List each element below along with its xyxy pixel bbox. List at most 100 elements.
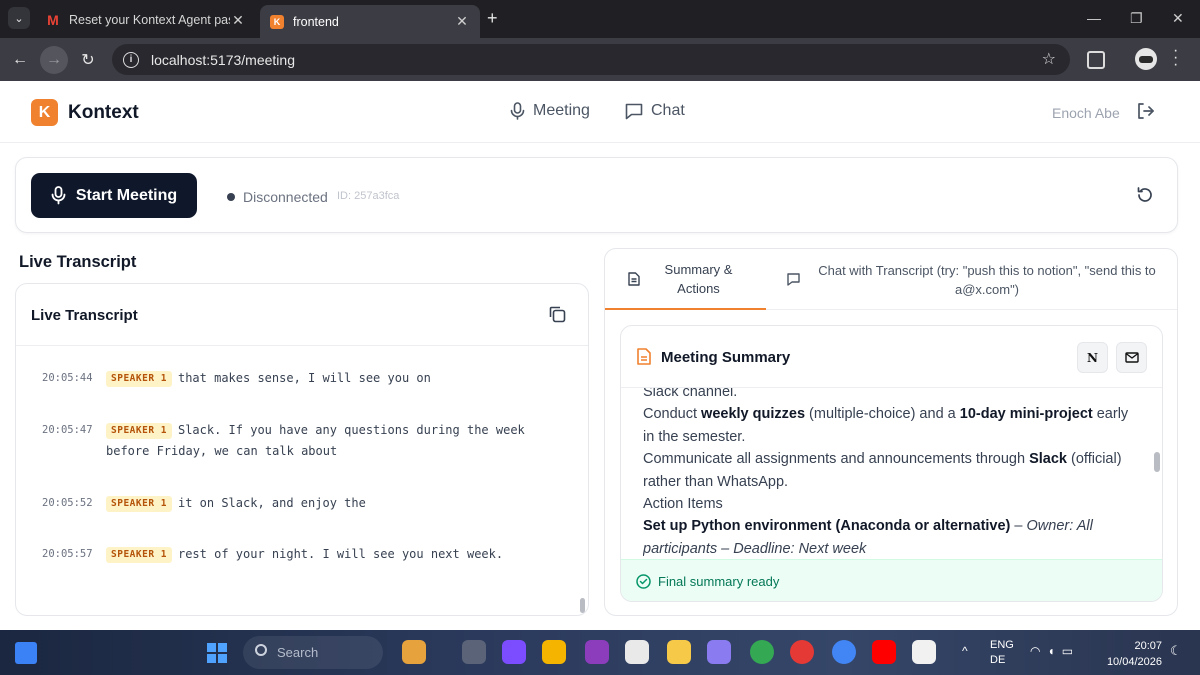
new-tab-plus-icon[interactable]: + <box>487 8 498 29</box>
reset-rotate-icon[interactable] <box>1136 186 1154 204</box>
segment-time: 20:05:47 <box>42 424 93 436</box>
tab-chat-label: Chat with Transcript (try: "push this to… <box>818 262 1156 297</box>
nav-chat-label: Chat <box>651 102 685 119</box>
brand-name[interactable]: Kontext <box>68 102 139 124</box>
taskbar-search-label: Search <box>277 645 319 660</box>
address-bar[interactable]: i localhost:5173/meeting ☆ <box>112 44 1070 75</box>
app-header: K Kontext Meeting Chat Enoch Abe <box>0 82 1200 143</box>
nav-meeting[interactable]: Meeting <box>510 102 590 120</box>
microphone-icon <box>51 186 66 205</box>
summary-content[interactable]: Slack channel. Conduct weekly quizzes (m… <box>643 388 1143 559</box>
transcript-segment: 20:05:52 SPEAKER 1 it on Slack, and enjoy… <box>42 493 562 514</box>
tab-summary-actions[interactable]: Summary & Actions <box>605 249 766 310</box>
transcript-segment: 20:05:47 SPEAKER 1 Slack. If you have any… <box>42 420 562 462</box>
notion-icon: N <box>1087 350 1098 365</box>
browser-toolbar: ← → ↻ i localhost:5173/meeting ☆ <box>0 38 1200 81</box>
section-title-live-transcript: Live Transcript <box>19 253 137 271</box>
transcript-scrollbar[interactable] <box>580 598 585 613</box>
taskbar-app-icon[interactable] <box>402 640 426 664</box>
push-to-notion-button[interactable]: N <box>1077 342 1108 373</box>
reload-icon[interactable]: ↻ <box>74 46 102 74</box>
youtube-icon[interactable] <box>872 640 896 664</box>
profile-avatar-icon[interactable] <box>1135 48 1157 70</box>
check-circle-icon <box>636 574 651 589</box>
transcript-card: Live Transcript 20:05:44 SPEAKER 1 that m… <box>15 283 589 616</box>
chat-bubble-icon <box>625 103 643 119</box>
restore-icon[interactable]: ❐ <box>1130 10 1143 27</box>
taskbar-app-icon[interactable] <box>462 640 486 664</box>
document-icon <box>627 271 640 286</box>
summary-document-icon <box>637 348 651 365</box>
summary-ready-status: Final summary ready <box>621 559 1162 601</box>
browser-tabstrip: ⌄ M Reset your Kontext Agent passw ✕ K f… <box>0 0 1200 38</box>
transcript-segment: 20:05:57 SPEAKER 1 rest of your night. I … <box>42 544 562 565</box>
gmail-icon: M <box>47 12 59 28</box>
more-menu-icon[interactable]: · · · <box>1173 43 1178 73</box>
segment-time: 20:05:57 <box>42 548 93 560</box>
segment-text: rest of your night. I will see you next … <box>177 547 504 561</box>
tab-summary-label: Summary & Actions <box>664 261 733 296</box>
tab-close-icon[interactable]: ✕ <box>230 12 246 29</box>
transcript-body[interactable]: 20:05:44 SPEAKER 1 that makes sense, I wi… <box>16 347 580 615</box>
action-item: Set up Python environment (Anaconda or a… <box>643 518 1093 557</box>
panel-tabs: Summary & Actions Chat with Transcript (… <box>605 249 1177 310</box>
site-info-icon[interactable]: i <box>123 51 139 68</box>
speaker-badge: SPEAKER 1 <box>106 496 172 512</box>
sticky-notes-icon[interactable] <box>667 640 691 664</box>
user-name: Enoch Abe <box>1052 105 1120 121</box>
segment-text: that makes sense, I will see you on <box>177 371 431 385</box>
chrome-icon[interactable] <box>832 640 856 664</box>
summary-title: Meeting Summary <box>661 349 791 366</box>
input-language[interactable]: ENG DE <box>990 638 1014 668</box>
action-items-heading: Action Items <box>643 496 723 513</box>
search-icon <box>255 644 267 656</box>
taskbar-app-icon[interactable] <box>502 640 526 664</box>
url-text: localhost:5173/meeting <box>151 51 295 68</box>
tab-close-icon[interactable]: ✕ <box>454 13 470 30</box>
summary-header: Meeting Summary N <box>621 326 1162 388</box>
extensions-puzzle-icon[interactable] <box>1087 51 1105 69</box>
windows-taskbar: Search <box>0 630 1200 675</box>
transcript-segment: 20:05:44 SPEAKER 1 that makes sense, I wi… <box>42 368 562 389</box>
tray-overflow-chevron-icon[interactable]: ^ <box>962 644 968 658</box>
browser-tab-gmail[interactable]: M Reset your Kontext Agent passw ✕ <box>36 5 256 35</box>
microphone-icon <box>510 102 525 120</box>
file-explorer-icon[interactable] <box>542 640 566 664</box>
start-meeting-button[interactable]: Start Meeting <box>31 173 197 218</box>
logout-icon[interactable] <box>1136 102 1154 120</box>
mail-icon <box>1124 352 1139 363</box>
summary-line: Conduct weekly quizzes (multiple-choice)… <box>643 406 1129 445</box>
taskbar-app-icon[interactable] <box>912 640 936 664</box>
chrome-icon[interactable] <box>790 640 814 664</box>
browser-tab-frontend[interactable]: K frontend ✕ <box>260 5 480 38</box>
tray-wifi-volume-battery-icons[interactable]: ◠◖▭ <box>1030 644 1080 658</box>
tab-search-chevron-icon[interactable]: ⌄ <box>8 7 30 29</box>
copy-icon[interactable] <box>548 305 566 323</box>
widgets-icon[interactable] <box>15 642 37 664</box>
meeting-summary-card: Meeting Summary N Slack channel. Conduct… <box>620 325 1163 602</box>
taskbar-app-icon[interactable] <box>585 640 609 664</box>
summary-line: Slack channel. <box>643 388 738 400</box>
taskbar-app-icon[interactable] <box>707 640 731 664</box>
minimize-icon[interactable]: — <box>1087 10 1101 26</box>
status-dot <box>227 193 235 201</box>
kontext-logo-icon[interactable]: K <box>31 99 58 126</box>
tab-title: frontend <box>293 14 339 29</box>
store-icon[interactable] <box>625 640 649 664</box>
taskbar-search[interactable]: Search <box>243 636 383 669</box>
bookmark-star-icon[interactable]: ☆ <box>1042 49 1056 69</box>
windows-start-icon[interactable] <box>207 643 227 663</box>
tab-chat-transcript[interactable]: Chat with Transcript (try: "push this to… <box>787 249 1162 310</box>
summary-scrollbar[interactable] <box>1154 452 1160 472</box>
send-email-button[interactable] <box>1116 342 1147 373</box>
summary-ready-text: Final summary ready <box>658 574 780 589</box>
nav-chat[interactable]: Chat <box>625 102 685 120</box>
notification-moon-icon[interactable]: ☾ <box>1170 643 1182 659</box>
meeting-control-card: Start Meeting Disconnected ID: 257a3fca <box>15 157 1178 233</box>
window-close-icon[interactable]: ✕ <box>1172 10 1184 27</box>
chrome-icon[interactable] <box>750 640 774 664</box>
forward-arrow-icon[interactable]: → <box>40 46 68 74</box>
tab-title: Reset your Kontext Agent passw <box>69 13 230 27</box>
taskbar-clock[interactable]: 20:07 10/04/2026 <box>1100 638 1162 670</box>
back-arrow-icon[interactable]: ← <box>6 46 34 74</box>
